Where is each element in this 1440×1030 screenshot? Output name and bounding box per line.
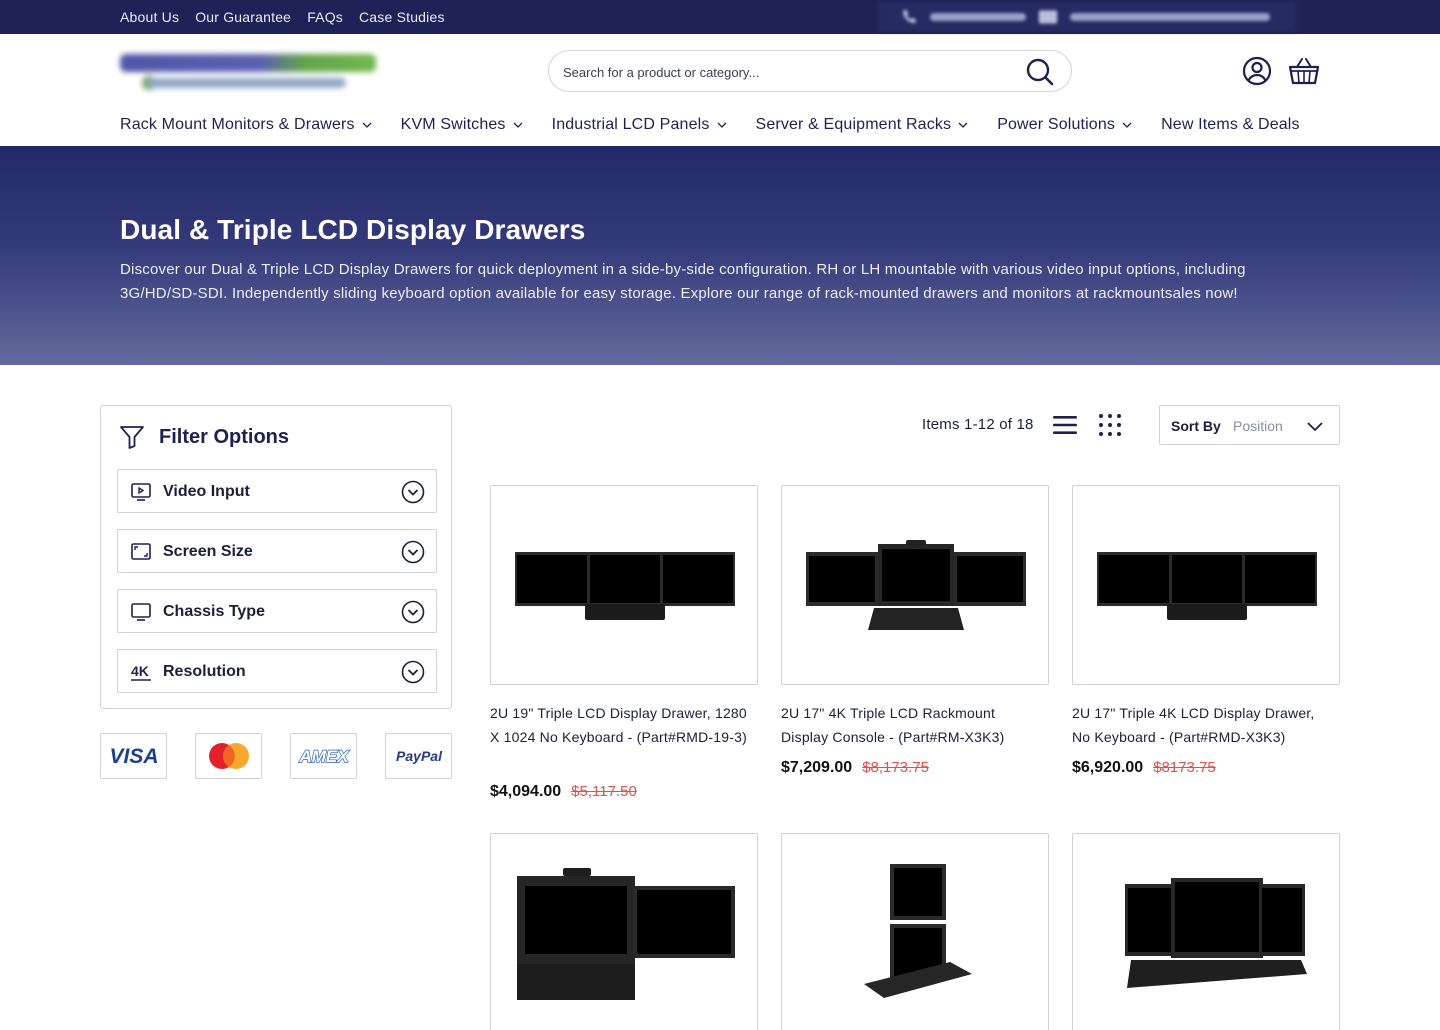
- email-address-blurred: [1070, 13, 1270, 21]
- phone-icon: [903, 10, 916, 23]
- nav-power-solutions[interactable]: Power Solutions: [997, 116, 1133, 134]
- payment-methods: VISA AMEX PayPal: [100, 733, 452, 779]
- nav-label: Industrial LCD Panels: [551, 116, 710, 133]
- product-prices: $4,094.00 $5,117.50: [490, 783, 637, 801]
- top-links: About Us Our Guarantee FAQs Case Studies: [120, 0, 445, 34]
- account-icon[interactable]: [1242, 56, 1272, 86]
- faqs-link[interactable]: FAQs: [307, 9, 343, 25]
- filter-panel: Filter Options Video Input Screen Size C: [100, 405, 452, 709]
- filter-header: Filter Options: [119, 424, 289, 450]
- product-name[interactable]: 2U 17" Triple 4K LCD Display Drawer, No …: [1072, 701, 1334, 749]
- chevron-down-icon: [1307, 422, 1323, 432]
- chevron-down-circle-icon: [401, 480, 425, 504]
- product-price: $4,094.00: [490, 783, 562, 800]
- filter-icon: [120, 426, 144, 449]
- paypal-logo-text: PayPal: [396, 748, 443, 764]
- nav-industrial-lcd-panels[interactable]: Industrial LCD Panels: [552, 116, 728, 134]
- chevron-down-icon: [958, 122, 968, 128]
- product-old-price: $8,173.75: [862, 759, 929, 776]
- amex-logo-text: AMEX: [298, 747, 350, 766]
- category-hero: Dual & Triple LCD Display Drawers Discov…: [0, 146, 1440, 365]
- facet-video-input[interactable]: Video Input: [117, 469, 437, 513]
- product-old-price: $8173.75: [1153, 759, 1216, 776]
- product-image[interactable]: [490, 485, 758, 685]
- monitor-icon: [131, 603, 151, 621]
- product-price: $7,209.00: [781, 759, 853, 776]
- chevron-down-icon: [513, 122, 523, 128]
- visa-logo-text: VISA: [109, 745, 158, 768]
- product-price: $6,920.00: [1072, 759, 1144, 776]
- product-name[interactable]: 2U 19" Triple LCD Display Drawer, 1280 X…: [490, 701, 752, 749]
- top-bar: About Us Our Guarantee FAQs Case Studies: [0, 0, 1440, 34]
- search-bar: [548, 50, 1072, 92]
- facet-label: Screen Size: [163, 543, 253, 560]
- phone-number-blurred: [930, 13, 1026, 21]
- main-navigation: Rack Mount Monitors & Drawers KVM Switch…: [120, 112, 1300, 138]
- product-image[interactable]: [781, 485, 1049, 685]
- facet-resolution[interactable]: 4K Resolution: [117, 649, 437, 693]
- about-us-link[interactable]: About Us: [120, 9, 179, 25]
- sort-value: Position: [1233, 418, 1283, 434]
- nav-rack-mount-monitors[interactable]: Rack Mount Monitors & Drawers: [120, 116, 373, 134]
- mastercard-logo: [195, 733, 262, 779]
- facet-label: Video Input: [163, 483, 250, 500]
- list-view-icon[interactable]: [1052, 414, 1078, 436]
- nav-server-equipment-racks[interactable]: Server & Equipment Racks: [756, 116, 970, 134]
- nav-new-items-deals[interactable]: New Items & Deals: [1161, 116, 1300, 134]
- amex-logo: AMEX: [290, 733, 357, 779]
- basket-icon[interactable]: [1288, 56, 1320, 86]
- search-icon[interactable]: [1025, 57, 1055, 87]
- email-icon: [1038, 10, 1058, 24]
- 4k-icon-text: 4K: [131, 663, 149, 679]
- facet-label: Chassis Type: [163, 603, 265, 620]
- filter-title: Filter Options: [159, 425, 289, 448]
- sort-by-select[interactable]: Sort By Position: [1159, 405, 1340, 445]
- facet-chassis-type[interactable]: Chassis Type: [117, 589, 437, 633]
- chevron-down-icon: [717, 122, 726, 128]
- product-name[interactable]: 2U 17" 4K Triple LCD Rackmount Display C…: [781, 701, 1043, 749]
- category-description: Discover our Dual & Triple LCD Display D…: [120, 261, 1246, 302]
- product-image[interactable]: [1072, 833, 1340, 1030]
- facet-screen-size[interactable]: Screen Size: [117, 529, 437, 573]
- page-title: Dual & Triple LCD Display Drawers: [120, 214, 586, 245]
- nav-label: Rack Mount Monitors & Drawers: [120, 116, 355, 133]
- paypal-logo: PayPal: [385, 733, 452, 779]
- product-image[interactable]: [781, 833, 1049, 1030]
- our-guarantee-link[interactable]: Our Guarantee: [195, 9, 291, 25]
- contact-info-blurred: [878, 2, 1296, 32]
- chevron-down-circle-icon: [401, 600, 425, 624]
- product-old-price: $5,117.50: [571, 783, 637, 800]
- screen-size-icon: [131, 543, 151, 560]
- chevron-down-icon: [1122, 122, 1132, 128]
- 4k-icon: 4K: [131, 663, 151, 681]
- search-input[interactable]: [563, 61, 1003, 83]
- product-prices: $6,920.00 $8173.75: [1072, 759, 1216, 777]
- sort-label: Sort By: [1171, 418, 1221, 434]
- chevron-down-icon: [362, 122, 372, 128]
- nav-label: New Items & Deals: [1161, 116, 1300, 133]
- case-studies-link[interactable]: Case Studies: [359, 9, 445, 25]
- video-input-icon: [131, 483, 151, 501]
- grid-view-icon[interactable]: [1098, 413, 1122, 437]
- chevron-down-circle-icon: [401, 660, 425, 684]
- nav-label: Server & Equipment Racks: [755, 116, 952, 133]
- product-prices: $7,209.00 $8,173.75: [781, 759, 929, 777]
- product-image[interactable]: [490, 833, 758, 1030]
- site-logo[interactable]: [118, 52, 380, 94]
- nav-kvm-switches[interactable]: KVM Switches: [401, 116, 524, 134]
- product-image[interactable]: [1072, 485, 1340, 685]
- facet-label: Resolution: [163, 663, 246, 680]
- nav-label: Power Solutions: [997, 116, 1116, 133]
- visa-logo: VISA: [100, 733, 167, 779]
- items-count: Items 1-12 of 18: [922, 416, 1034, 433]
- nav-label: KVM Switches: [400, 116, 506, 133]
- chevron-down-circle-icon: [401, 540, 425, 564]
